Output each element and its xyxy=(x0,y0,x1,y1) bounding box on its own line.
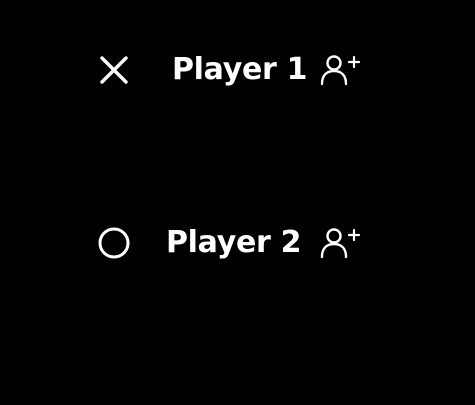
player-row-1: Player 1 xyxy=(0,48,475,92)
add-player-1-button[interactable] xyxy=(318,53,364,87)
player-row-2: Player 2 xyxy=(0,221,475,265)
add-player-2-button[interactable] xyxy=(318,226,364,260)
player-name-2: Player 2 xyxy=(166,225,302,260)
add-user-icon xyxy=(319,226,363,260)
circle-icon xyxy=(97,226,131,260)
player-name-1: Player 1 xyxy=(172,52,308,87)
add-user-icon xyxy=(319,53,363,87)
cross-icon xyxy=(97,53,131,87)
